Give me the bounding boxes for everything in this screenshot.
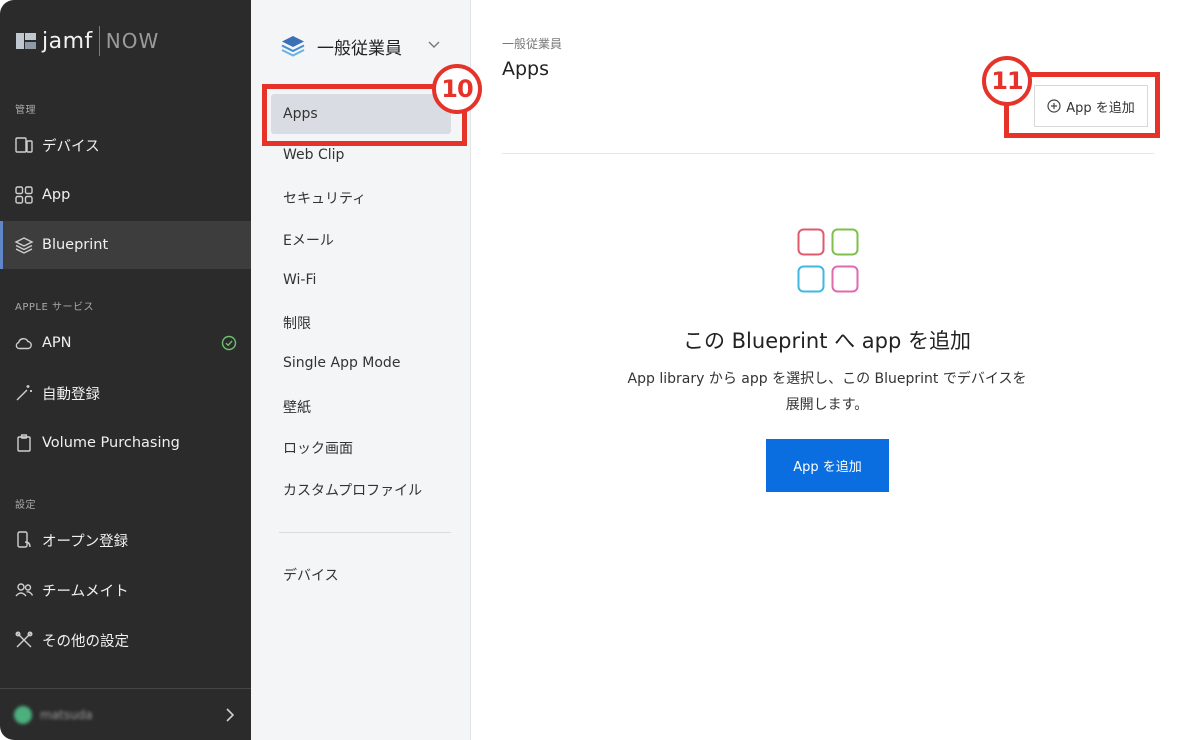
section-settings: 設定 bbox=[15, 500, 36, 511]
avatar bbox=[14, 705, 32, 724]
sidebar-item-label: デバイス bbox=[42, 138, 100, 155]
sidebar-item-teammates[interactable]: チームメイト bbox=[0, 566, 251, 614]
tools-icon bbox=[14, 630, 34, 650]
devices-icon bbox=[14, 135, 34, 155]
blueprint-layers-icon bbox=[281, 36, 305, 57]
panel-divider bbox=[279, 532, 451, 533]
layers-icon bbox=[14, 235, 34, 255]
sidebar-item-other-settings[interactable]: その他の設定 bbox=[0, 616, 251, 664]
user-name: matsuda bbox=[40, 707, 93, 722]
check-circle-icon bbox=[221, 335, 237, 351]
logo-divider bbox=[98, 26, 100, 56]
section-manage: 管理 bbox=[15, 105, 36, 116]
sidebar-item-label: Volume Purchasing bbox=[42, 435, 180, 451]
sidebar-item-label: APN bbox=[42, 335, 72, 351]
empty-state-description: App library から app を選択し、この Blueprint でデバ… bbox=[627, 371, 1027, 413]
blueprint-selector[interactable]: 一般従業員 bbox=[279, 32, 402, 60]
panel-item-single-app-mode[interactable]: Single App Mode bbox=[283, 355, 400, 371]
panel-item-security[interactable]: セキュリティ bbox=[283, 188, 366, 208]
panel-item-lock-screen[interactable]: ロック画面 bbox=[283, 438, 353, 458]
sidebar-item-blueprint[interactable]: Blueprint bbox=[0, 221, 251, 269]
breadcrumb[interactable]: 一般従業員 bbox=[502, 35, 562, 52]
header-divider bbox=[502, 153, 1154, 154]
panel-item-email[interactable]: Eメール bbox=[283, 230, 334, 250]
sidebar-item-devices[interactable]: デバイス bbox=[0, 121, 251, 169]
logo-product: NOW bbox=[105, 29, 160, 53]
jamf-now-logo[interactable]: jamf NOW bbox=[16, 26, 159, 56]
apps-placeholder-icon bbox=[797, 228, 859, 293]
annotation-step-11: 11 bbox=[982, 56, 1032, 106]
panel-item-wallpaper[interactable]: 壁紙 bbox=[283, 397, 311, 417]
sidebar-item-label: 自動登録 bbox=[42, 386, 100, 403]
sidebar-item-label: その他の設定 bbox=[42, 633, 129, 650]
sidebar-item-label: Blueprint bbox=[42, 237, 109, 253]
panel-item-custom-profile[interactable]: カスタムプロファイル bbox=[283, 480, 422, 500]
magic-wand-icon bbox=[14, 383, 34, 403]
jamf-logo-icon bbox=[16, 31, 36, 51]
panel-item-restrictions[interactable]: 制限 bbox=[283, 313, 311, 333]
phone-hand-icon bbox=[14, 530, 34, 550]
annotation-step-10: 10 bbox=[432, 64, 482, 114]
add-app-button-primary[interactable]: App を追加 bbox=[766, 439, 889, 492]
section-apple-services: APPLE サービス bbox=[15, 302, 94, 313]
sidebar-item-app[interactable]: App bbox=[0, 171, 251, 219]
blueprint-name: 一般従業員 bbox=[317, 38, 402, 59]
panel-item-web-clip[interactable]: Web Clip bbox=[283, 147, 344, 163]
sidebar-item-auto-enroll[interactable]: 自動登録 bbox=[0, 369, 251, 417]
sidebar: jamf NOW 管理 デバイス App Blueprint APPLE サービ… bbox=[0, 0, 251, 740]
app-grid-icon bbox=[14, 185, 34, 205]
chevron-down-icon[interactable] bbox=[427, 40, 441, 50]
sidebar-item-label: App bbox=[42, 187, 71, 203]
sidebar-item-open-enroll[interactable]: オープン登録 bbox=[0, 516, 251, 564]
sidebar-item-label: チームメイト bbox=[42, 583, 129, 600]
users-icon bbox=[14, 580, 34, 600]
panel-item-wifi[interactable]: Wi-Fi bbox=[283, 272, 316, 288]
empty-state-title: この Blueprint へ app を追加 bbox=[682, 329, 972, 353]
logo-brand: jamf bbox=[42, 28, 93, 54]
sidebar-item-label: オープン登録 bbox=[42, 533, 129, 550]
sidebar-item-apn[interactable]: APN bbox=[0, 319, 251, 367]
chevron-right-icon bbox=[226, 708, 235, 722]
panel-item-devices[interactable]: デバイス bbox=[283, 565, 339, 585]
page-title: Apps bbox=[502, 58, 550, 80]
sidebar-item-volume-purchasing[interactable]: Volume Purchasing bbox=[0, 419, 251, 467]
clipboard-icon bbox=[14, 433, 34, 453]
user-account-bar[interactable]: matsuda bbox=[0, 688, 251, 740]
cloud-icon bbox=[14, 333, 34, 353]
